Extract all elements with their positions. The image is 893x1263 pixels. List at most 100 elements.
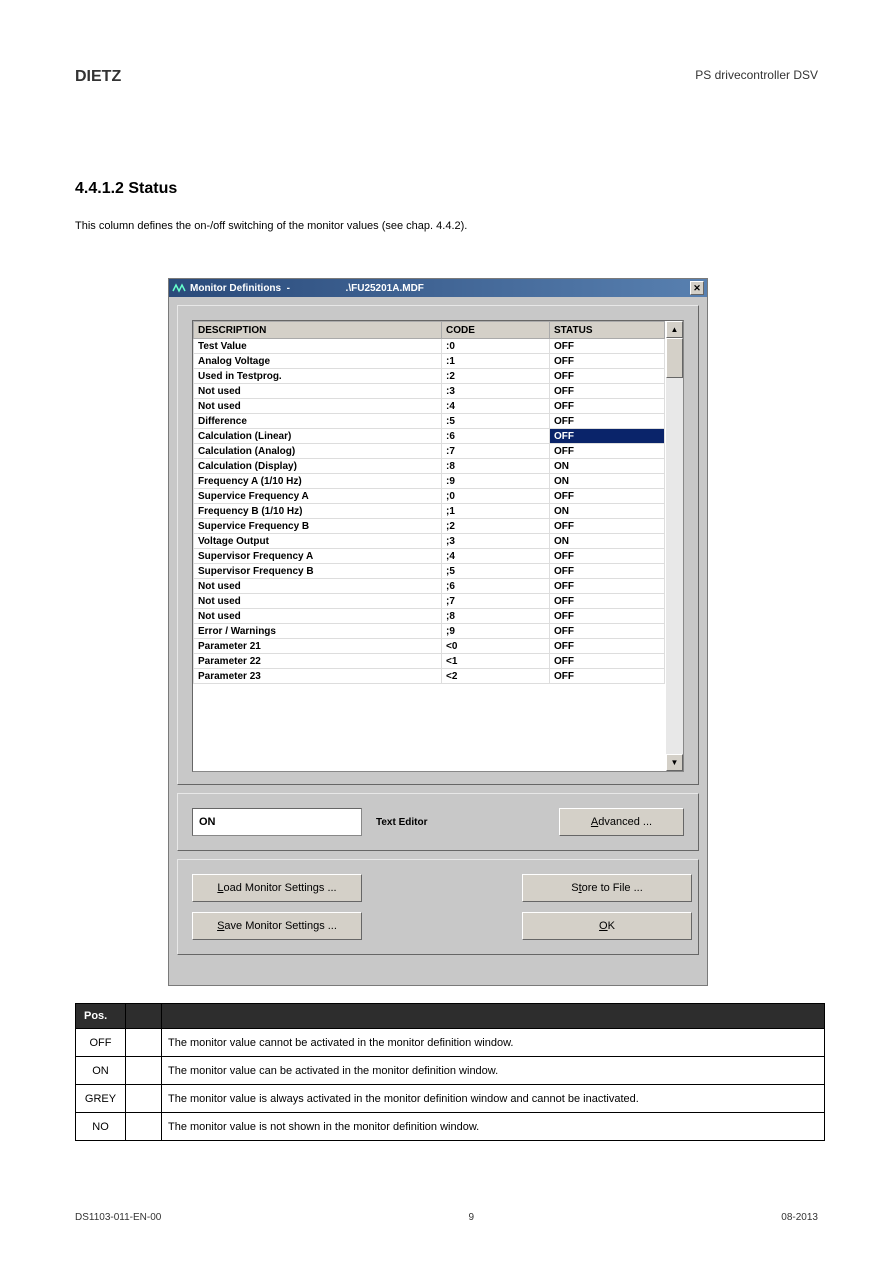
cell-status[interactable]: OFF (550, 414, 665, 429)
cell-description[interactable]: Test Value (194, 339, 442, 354)
table-row[interactable]: Calculation (Linear):6OFF (194, 429, 665, 444)
scroll-thumb[interactable] (666, 338, 683, 378)
col-code[interactable]: CODE (442, 322, 550, 339)
cell-status[interactable]: OFF (550, 549, 665, 564)
cell-status[interactable]: OFF (550, 399, 665, 414)
cell-description[interactable]: Frequency A (1/10 Hz) (194, 474, 442, 489)
cell-description[interactable]: Frequency B (1/10 Hz) (194, 504, 442, 519)
table-row[interactable]: Frequency B (1/10 Hz);1ON (194, 504, 665, 519)
dialog-titlebar[interactable]: Monitor Definitions - .\FU25201A.MDF ✕ (169, 279, 707, 297)
store-to-file-button[interactable]: Store to File ... (522, 874, 692, 902)
cell-code[interactable]: ;1 (442, 504, 550, 519)
cell-description[interactable]: Supervice Frequency B (194, 519, 442, 534)
cell-status[interactable]: OFF (550, 654, 665, 669)
cell-status[interactable]: OFF (550, 429, 665, 444)
load-monitor-settings-button[interactable]: Load Monitor Settings ... (192, 874, 362, 902)
table-row[interactable]: Parameter 23<2OFF (194, 669, 665, 684)
table-row[interactable]: Calculation (Display):8ON (194, 459, 665, 474)
cell-code[interactable]: ;4 (442, 549, 550, 564)
cell-status[interactable]: ON (550, 459, 665, 474)
cell-status[interactable]: OFF (550, 339, 665, 354)
cell-code[interactable]: ;3 (442, 534, 550, 549)
cell-code[interactable]: ;0 (442, 489, 550, 504)
cell-description[interactable]: Calculation (Analog) (194, 444, 442, 459)
cell-status[interactable]: OFF (550, 489, 665, 504)
cell-status[interactable]: ON (550, 534, 665, 549)
cell-code[interactable]: ;8 (442, 609, 550, 624)
cell-status[interactable]: ON (550, 504, 665, 519)
advanced-button[interactable]: Advanced ... (559, 808, 684, 836)
table-row[interactable]: Supervice Frequency A;0OFF (194, 489, 665, 504)
cell-code[interactable]: <2 (442, 669, 550, 684)
scroll-down-icon[interactable]: ▼ (666, 754, 683, 771)
cell-code[interactable]: :2 (442, 369, 550, 384)
table-row[interactable]: Test Value:0OFF (194, 339, 665, 354)
cell-description[interactable]: Parameter 22 (194, 654, 442, 669)
scroll-track[interactable] (666, 338, 683, 754)
cell-description[interactable]: Error / Warnings (194, 624, 442, 639)
table-row[interactable]: Supervice Frequency B;2OFF (194, 519, 665, 534)
cell-status[interactable]: OFF (550, 444, 665, 459)
save-monitor-settings-button[interactable]: Save Monitor Settings ... (192, 912, 362, 940)
close-icon[interactable]: ✕ (690, 281, 704, 295)
table-row[interactable]: Calculation (Analog):7OFF (194, 444, 665, 459)
cell-status[interactable]: OFF (550, 579, 665, 594)
cell-code[interactable]: :8 (442, 459, 550, 474)
table-row[interactable]: Error / Warnings;9OFF (194, 624, 665, 639)
cell-status[interactable]: ON (550, 474, 665, 489)
cell-description[interactable]: Not used (194, 399, 442, 414)
cell-status[interactable]: OFF (550, 369, 665, 384)
cell-status[interactable]: OFF (550, 594, 665, 609)
cell-code[interactable]: <1 (442, 654, 550, 669)
cell-code[interactable]: ;5 (442, 564, 550, 579)
col-description[interactable]: DESCRIPTION (194, 322, 442, 339)
cell-code[interactable]: :1 (442, 354, 550, 369)
cell-description[interactable]: Supervisor Frequency A (194, 549, 442, 564)
ok-button[interactable]: OK (522, 912, 692, 940)
cell-description[interactable]: Voltage Output (194, 534, 442, 549)
cell-code[interactable]: <0 (442, 639, 550, 654)
cell-code[interactable]: :4 (442, 399, 550, 414)
cell-code[interactable]: :9 (442, 474, 550, 489)
table-row[interactable]: Used in Testprog.:2OFF (194, 369, 665, 384)
cell-code[interactable]: :7 (442, 444, 550, 459)
cell-code[interactable]: :3 (442, 384, 550, 399)
cell-code[interactable]: ;6 (442, 579, 550, 594)
table-row[interactable]: Not used:4OFF (194, 399, 665, 414)
table-row[interactable]: Not used;8OFF (194, 609, 665, 624)
table-row[interactable]: Not used:3OFF (194, 384, 665, 399)
cell-status[interactable]: OFF (550, 354, 665, 369)
cell-status[interactable]: OFF (550, 639, 665, 654)
table-row[interactable]: Frequency A (1/10 Hz):9ON (194, 474, 665, 489)
col-status[interactable]: STATUS (550, 322, 665, 339)
cell-status[interactable]: OFF (550, 384, 665, 399)
cell-description[interactable]: Calculation (Linear) (194, 429, 442, 444)
cell-description[interactable]: Supervisor Frequency B (194, 564, 442, 579)
vertical-scrollbar[interactable]: ▲ ▼ (666, 321, 683, 771)
table-row[interactable]: Not used;7OFF (194, 594, 665, 609)
cell-status[interactable]: OFF (550, 624, 665, 639)
cell-code[interactable]: :6 (442, 429, 550, 444)
cell-code[interactable]: ;2 (442, 519, 550, 534)
table-row[interactable]: Voltage Output;3ON (194, 534, 665, 549)
table-row[interactable]: Difference:5OFF (194, 414, 665, 429)
cell-description[interactable]: Not used (194, 384, 442, 399)
cell-code[interactable]: ;9 (442, 624, 550, 639)
scroll-up-icon[interactable]: ▲ (666, 321, 683, 338)
cell-description[interactable]: Analog Voltage (194, 354, 442, 369)
cell-description[interactable]: Not used (194, 609, 442, 624)
table-row[interactable]: Not used;6OFF (194, 579, 665, 594)
cell-description[interactable]: Supervice Frequency A (194, 489, 442, 504)
cell-status[interactable]: OFF (550, 669, 665, 684)
cell-status[interactable]: OFF (550, 519, 665, 534)
definitions-grid[interactable]: DESCRIPTION CODE STATUS Test Value:0OFFA… (193, 321, 665, 684)
table-row[interactable]: Analog Voltage:1OFF (194, 354, 665, 369)
table-row[interactable]: Parameter 21<0OFF (194, 639, 665, 654)
cell-code[interactable]: :5 (442, 414, 550, 429)
cell-description[interactable]: Parameter 21 (194, 639, 442, 654)
cell-status[interactable]: OFF (550, 564, 665, 579)
cell-status[interactable]: OFF (550, 609, 665, 624)
cell-code[interactable]: ;7 (442, 594, 550, 609)
cell-description[interactable]: Parameter 23 (194, 669, 442, 684)
cell-description[interactable]: Used in Testprog. (194, 369, 442, 384)
